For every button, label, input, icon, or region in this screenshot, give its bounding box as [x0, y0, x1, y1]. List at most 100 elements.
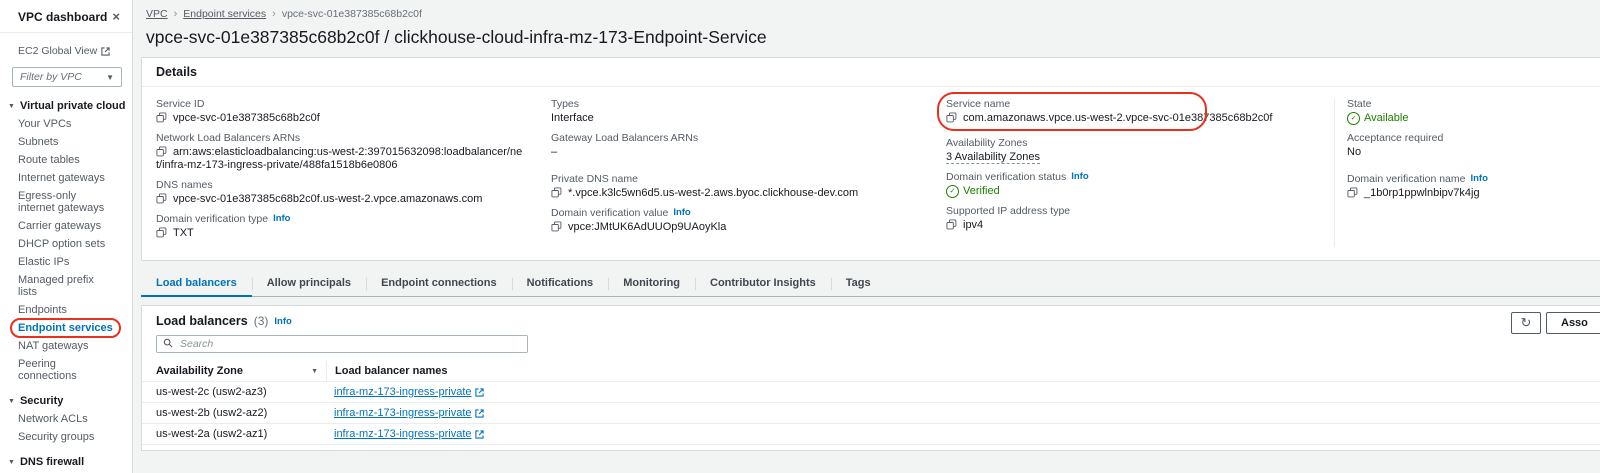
external-link-icon — [475, 388, 484, 397]
refresh-icon: ↻ — [1521, 315, 1532, 331]
sidebar-item-endpoint-services[interactable]: Endpoint services — [18, 322, 113, 334]
close-icon[interactable]: × — [112, 12, 120, 22]
vpc-filter-dropdown[interactable]: Filter by VPC ▼ — [12, 67, 122, 87]
load-balancer-link[interactable]: infra-mz-173-ingress-private — [334, 428, 484, 440]
field-domain-verification-value: Domain verification valueInfo vpce:JMtUK… — [551, 207, 946, 234]
breadcrumb-endpoint-services[interactable]: Endpoint services — [183, 8, 266, 20]
field-value: TXT — [173, 227, 194, 239]
section-virtual-private-cloud[interactable]: ▼ Virtual private cloud — [8, 100, 132, 112]
table-header-row: Availability Zone▼ Load balancer names — [142, 361, 1600, 382]
tab-bar: Load balancers Allow principals Endpoint… — [141, 272, 1600, 297]
sidebar-item-your-vpcs[interactable]: Your VPCs — [18, 118, 114, 130]
field-label: Gateway Load Balancers ARNs — [551, 132, 946, 144]
field-domain-verification-name: Domain verification name Info _1b0rp1ppwl… — [1347, 173, 1600, 200]
sidebar-item-elastic-ips[interactable]: Elastic IPs — [18, 256, 114, 268]
copy-icon[interactable] — [156, 146, 167, 157]
breadcrumb-current: vpce-svc-01e387385c68b2c0f — [282, 8, 422, 20]
section-security[interactable]: ▼ Security — [8, 395, 132, 407]
sidebar-item-nat-gateways[interactable]: NAT gateways — [18, 340, 114, 352]
external-link-icon — [475, 409, 484, 418]
sidebar-item-endpoints[interactable]: Endpoints — [18, 304, 114, 316]
sidebar-item-subnets[interactable]: Subnets — [18, 136, 114, 148]
details-column-1: Service ID vpce-svc-01e387385c68b2c0f Ne… — [156, 98, 551, 247]
load-balancer-link[interactable]: infra-mz-173-ingress-private — [334, 386, 484, 398]
section-dns-firewall[interactable]: ▼ DNS firewall — [8, 456, 132, 468]
field-label: Domain verification type — [156, 213, 268, 225]
associate-button[interactable]: Asso — [1546, 312, 1600, 334]
field-value: vpce-svc-01e387385c68b2c0f — [173, 112, 320, 124]
copy-icon[interactable] — [156, 112, 167, 123]
field-label: Domain verification name — [1347, 173, 1465, 185]
search-input[interactable] — [178, 337, 521, 351]
tab-monitoring[interactable]: Monitoring — [608, 272, 695, 296]
info-link[interactable]: Info — [1071, 171, 1088, 183]
external-link-icon — [101, 47, 110, 56]
field-value: Interface — [551, 112, 923, 125]
sort-descending-icon[interactable]: ▼ — [311, 368, 318, 375]
field-value: Verified — [963, 185, 1000, 198]
details-header: Details — [142, 58, 1600, 87]
load-balancers-table: Availability Zone▼ Load balancer names u… — [142, 361, 1600, 445]
copy-icon[interactable] — [551, 187, 562, 198]
sidebar-title: VPC dashboard — [18, 10, 107, 24]
sidebar-item-dhcp-option-sets[interactable]: DHCP option sets — [18, 238, 114, 250]
ec2-global-view-link[interactable]: EC2 Global View — [0, 33, 132, 57]
sidebar-item-managed-prefix-lists[interactable]: Managed prefix lists — [18, 274, 114, 298]
tab-endpoint-connections[interactable]: Endpoint connections — [366, 272, 512, 296]
sidebar-item-carrier-gateways[interactable]: Carrier gateways — [18, 220, 114, 232]
load-balancer-link[interactable]: infra-mz-173-ingress-private — [334, 407, 484, 419]
page-title: vpce-svc-01e387385c68b2c0f / clickhouse-… — [133, 27, 1600, 48]
details-column-3: Service name com.amazonaws.vpce.us-west-… — [946, 98, 1334, 247]
copy-icon[interactable] — [156, 193, 167, 204]
copy-icon[interactable] — [551, 221, 562, 232]
field-dns-names: DNS names vpce-svc-01e387385c68b2c0f.us-… — [156, 179, 551, 206]
field-nlb-arns: Network Load Balancers ARNs arn:aws:elas… — [156, 132, 551, 172]
sidebar-item-egress-only-internet-gateways[interactable]: Egress-only internet gateways — [18, 190, 114, 214]
info-link[interactable]: Info — [274, 316, 291, 327]
field-value: No — [1347, 146, 1600, 159]
search-box — [156, 335, 528, 353]
sidebar-item-peering-connections[interactable]: Peering connections — [18, 358, 114, 382]
copy-icon[interactable] — [946, 219, 957, 230]
az-cell: us-west-2a (usw2-az1) — [142, 424, 326, 444]
field-glb-arns: Gateway Load Balancers ARNs – — [551, 132, 946, 159]
az-cell: us-west-2b (usw2-az2) — [142, 403, 326, 423]
field-label: Service name — [946, 98, 1334, 110]
tab-allow-principals[interactable]: Allow principals — [252, 272, 366, 296]
info-link[interactable]: Info — [1470, 173, 1487, 185]
field-label: Domain verification value — [551, 207, 668, 219]
copy-icon[interactable] — [946, 112, 957, 123]
main-content: VPC › Endpoint services › vpce-svc-01e38… — [133, 0, 1600, 473]
field-value: vpce-svc-01e387385c68b2c0f.us-west-2.vpc… — [173, 193, 482, 205]
tab-contributor-insights[interactable]: Contributor Insights — [695, 272, 831, 296]
field-label: Acceptance required — [1347, 132, 1600, 144]
sidebar: VPC dashboard × EC2 Global View Filter b… — [0, 0, 133, 473]
details-column-4: State ✓Available Acceptance required No … — [1334, 98, 1600, 247]
chevron-down-icon: ▼ — [8, 398, 15, 405]
info-link[interactable]: Info — [673, 207, 690, 219]
sidebar-item-security-groups[interactable]: Security groups — [18, 431, 114, 443]
field-private-dns-name: Private DNS name *.vpce.k3lc5wn6d5.us-we… — [551, 173, 946, 200]
table-row: us-west-2b (usw2-az2) infra-mz-173-ingre… — [142, 403, 1600, 424]
copy-icon[interactable] — [1347, 187, 1358, 198]
column-header-az: Availability Zone — [156, 365, 243, 377]
field-state: State ✓Available — [1347, 98, 1600, 125]
sidebar-item-internet-gateways[interactable]: Internet gateways — [18, 172, 114, 184]
sidebar-item-network-acls[interactable]: Network ACLs — [18, 413, 114, 425]
breadcrumb-separator: › — [272, 8, 276, 20]
copy-icon[interactable] — [156, 227, 167, 238]
availability-zones-link[interactable]: 3 Availability Zones — [946, 151, 1040, 164]
field-service-id: Service ID vpce-svc-01e387385c68b2c0f — [156, 98, 551, 125]
refresh-button[interactable]: ↻ — [1511, 312, 1541, 334]
field-value: com.amazonaws.vpce.us-west-2.vpce-svc-01… — [963, 112, 1272, 124]
tab-tags[interactable]: Tags — [831, 272, 886, 296]
field-value: _1b0rp1ppwlnbipv7k4jg — [1364, 187, 1480, 199]
info-link[interactable]: Info — [273, 213, 290, 225]
az-cell: us-west-2c (usw2-az3) — [142, 382, 326, 402]
tab-load-balancers[interactable]: Load balancers — [141, 272, 252, 296]
verified-check-icon: ✓ — [946, 185, 959, 198]
sidebar-item-route-tables[interactable]: Route tables — [18, 154, 114, 166]
field-domain-verification-status: Domain verification statusInfo ✓Verified — [946, 171, 1334, 198]
breadcrumb-vpc[interactable]: VPC — [146, 8, 168, 20]
tab-notifications[interactable]: Notifications — [512, 272, 609, 296]
